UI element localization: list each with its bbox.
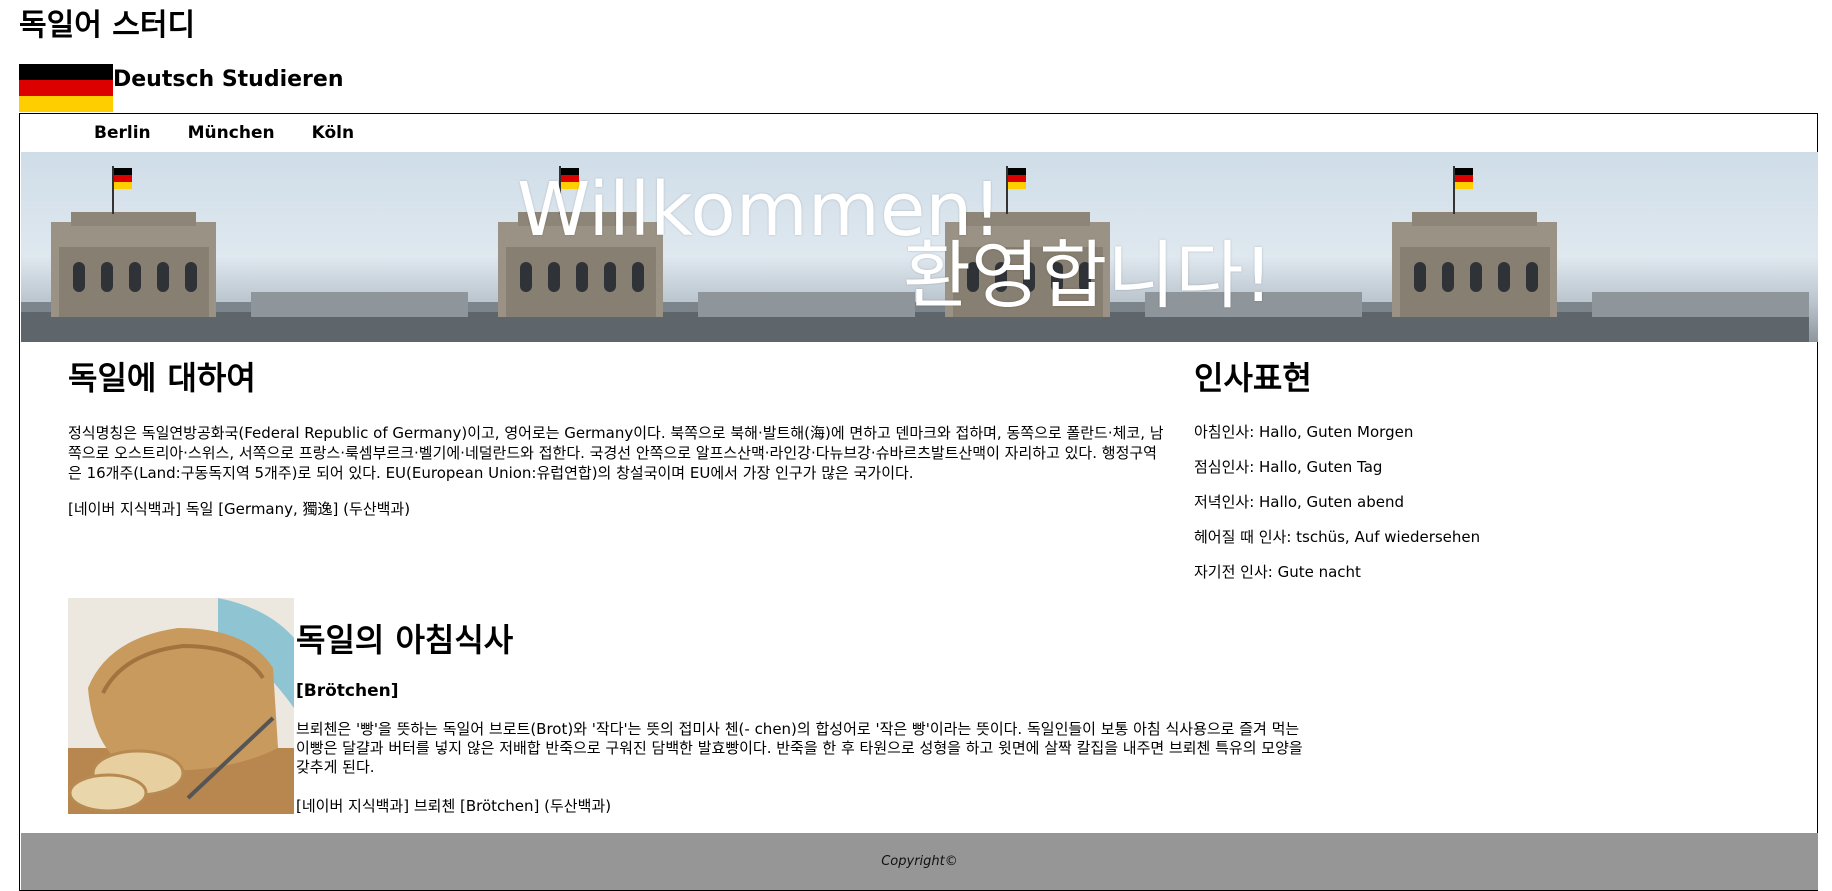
broetchen-text: 브뢰첸은 '빵'을 뜻하는 독일어 브로트(Brot)와 '작다'는 뜻의 접미… bbox=[296, 720, 1303, 776]
copyright-text: Copyright© bbox=[881, 854, 958, 869]
broetchen-source: [네이버 지식백과] 브뢰첸 [Brötchen] (두산백과) bbox=[296, 797, 612, 815]
main-nav: Berlin München Köln bbox=[94, 114, 391, 152]
site-title: 독일어 스터디 bbox=[19, 8, 196, 43]
greeting-item: 자기전 인사: Gute nacht bbox=[1194, 563, 1361, 581]
nav-link-berlin[interactable]: Berlin bbox=[94, 123, 151, 143]
footer: Copyright© bbox=[21, 833, 1818, 890]
main-frame: Berlin München Köln Willkommen! 환영합니다! 독… bbox=[19, 113, 1818, 891]
nav-link-koeln[interactable]: Köln bbox=[312, 123, 354, 143]
greetings-list: 아침인사: Hallo, Guten Morgen 점심인사: Hallo, G… bbox=[1194, 422, 1480, 597]
greeting-item: 헤어질 때 인사: tschüs, Auf wiedersehen bbox=[1194, 528, 1481, 546]
reichstag-image bbox=[21, 166, 468, 342]
hero-welcome-korean: 환영합니다! bbox=[903, 233, 1274, 319]
brand-name: Deutsch Studieren bbox=[113, 67, 344, 92]
greetings-title: 인사표현 bbox=[1194, 359, 1312, 397]
bread-image bbox=[68, 598, 294, 814]
brand: Deutsch Studieren bbox=[19, 64, 343, 112]
broetchen-heading: [Brötchen] bbox=[296, 681, 399, 701]
german-flag-icon bbox=[19, 64, 113, 112]
hero-banner: Willkommen! 환영합니다! bbox=[21, 152, 1818, 342]
reichstag-image bbox=[1362, 166, 1809, 342]
greeting-item: 저녁인사: Hallo, Guten abend bbox=[1194, 493, 1405, 511]
about-germany-text: 정식명칭은 독일연방공화국(Federal Republic of German… bbox=[68, 424, 1164, 482]
about-germany-source: [네이버 지식백과] 독일 [Germany, 獨逸] (두산백과) bbox=[68, 500, 411, 518]
greeting-item: 아침인사: Hallo, Guten Morgen bbox=[1194, 423, 1414, 441]
greeting-item: 점심인사: Hallo, Guten Tag bbox=[1194, 458, 1383, 476]
about-germany-title: 독일에 대하여 bbox=[68, 359, 256, 397]
nav-link-muenchen[interactable]: München bbox=[188, 123, 275, 143]
breakfast-title: 독일의 아침식사 bbox=[296, 621, 514, 659]
